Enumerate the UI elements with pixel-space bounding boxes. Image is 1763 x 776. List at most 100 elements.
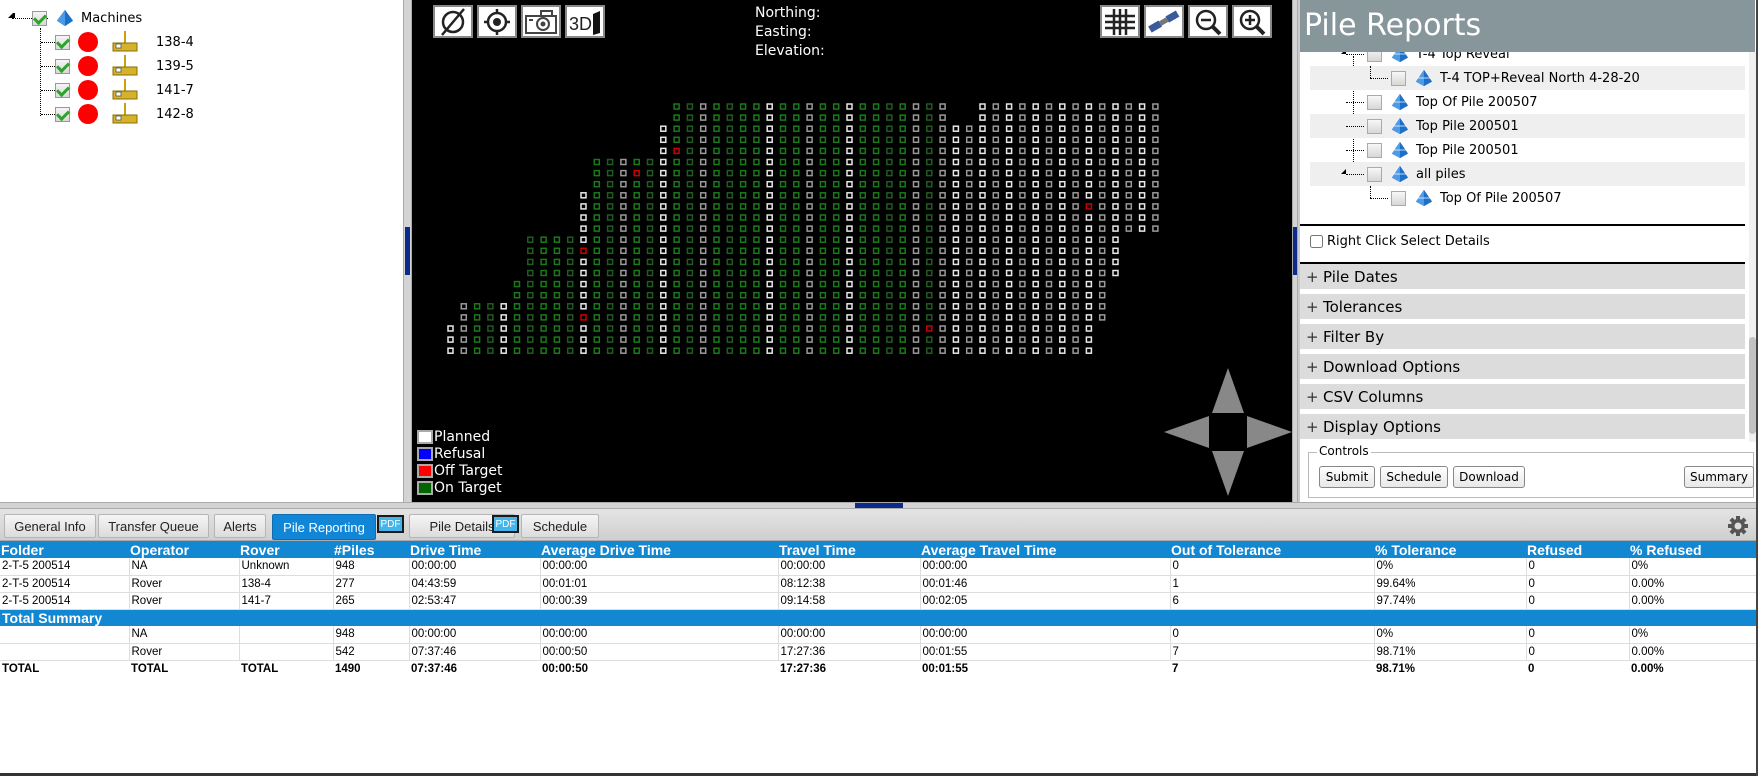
pile-marker[interactable] [1032, 214, 1039, 221]
pile-marker[interactable] [872, 225, 880, 232]
pile-marker[interactable] [513, 291, 521, 299]
pile-marker[interactable] [660, 247, 667, 255]
pile-marker[interactable] [939, 347, 946, 354]
pile-marker[interactable] [832, 169, 840, 177]
pile-marker[interactable] [1005, 136, 1013, 144]
pile-marker[interactable] [979, 336, 986, 343]
pile-marker[interactable] [739, 103, 747, 110]
pile-marker[interactable] [686, 203, 694, 210]
pile-marker[interactable] [859, 180, 867, 188]
pile-marker[interactable] [899, 258, 906, 266]
pile-marker[interactable] [766, 180, 773, 188]
pile-marker[interactable] [513, 325, 521, 332]
pile-marker[interactable] [1005, 225, 1013, 232]
pile-marker[interactable] [992, 325, 1000, 332]
pile-marker[interactable] [992, 158, 1000, 166]
pan-up-arrow-icon[interactable] [1212, 368, 1244, 413]
pile-marker[interactable] [965, 192, 973, 199]
pile-marker[interactable] [793, 314, 800, 321]
pile-marker[interactable] [1045, 180, 1053, 188]
pile-marker[interactable] [899, 303, 906, 310]
pile-marker[interactable] [686, 136, 694, 144]
pile-marker[interactable] [926, 225, 933, 232]
pile-marker[interactable] [912, 114, 920, 121]
pile-marker[interactable] [886, 236, 893, 243]
pile-marker[interactable] [566, 347, 574, 354]
pile-marker[interactable] [487, 303, 494, 310]
pile-marker[interactable] [686, 269, 694, 277]
pile-marker[interactable] [872, 103, 880, 110]
checkbox[interactable] [55, 58, 70, 74]
pile-marker[interactable] [620, 225, 627, 232]
pile-marker[interactable] [979, 325, 986, 332]
pile-marker[interactable] [819, 303, 827, 310]
pile-marker[interactable] [926, 247, 933, 255]
pile-marker[interactable] [872, 247, 880, 255]
pile-marker[interactable] [1098, 114, 1106, 121]
pile-marker[interactable] [832, 325, 840, 332]
pile-marker[interactable] [806, 314, 813, 321]
pile-marker[interactable] [819, 203, 827, 210]
pile-marker[interactable] [660, 225, 667, 232]
pile-marker[interactable] [699, 214, 707, 221]
pile-marker[interactable] [766, 147, 773, 155]
pile-marker[interactable] [793, 347, 800, 354]
pile-marker[interactable] [606, 347, 614, 354]
pile-marker[interactable] [726, 225, 734, 232]
pile-marker[interactable] [713, 192, 720, 199]
pile-marker[interactable] [606, 180, 614, 188]
pile-marker[interactable] [952, 158, 960, 166]
pile-marker[interactable] [1098, 258, 1106, 266]
map-btn-zoom-in[interactable] [1232, 5, 1272, 38]
pile-marker[interactable] [846, 103, 853, 110]
pile-marker[interactable] [633, 169, 640, 177]
pile-marker[interactable] [766, 336, 773, 343]
submit-button[interactable]: Submit [1319, 466, 1375, 488]
pile-marker[interactable] [899, 169, 906, 177]
pile-marker[interactable] [620, 325, 627, 332]
pile-marker[interactable] [646, 336, 654, 343]
pile-marker[interactable] [766, 247, 773, 255]
pile-marker[interactable] [1152, 225, 1159, 232]
pile-marker[interactable] [872, 236, 880, 243]
pile-marker[interactable] [793, 125, 800, 132]
pile-marker[interactable] [1152, 192, 1159, 199]
pile-marker[interactable] [713, 125, 720, 132]
pile-marker[interactable] [952, 136, 960, 144]
pile-marker[interactable] [886, 347, 893, 354]
pile-marker[interactable] [1005, 236, 1013, 243]
pile-marker[interactable] [606, 192, 614, 199]
pile-marker[interactable] [779, 258, 787, 266]
pile-marker[interactable] [606, 280, 614, 288]
pile-marker[interactable] [593, 347, 601, 354]
pile-marker[interactable] [1032, 347, 1039, 354]
pile-marker[interactable] [580, 291, 587, 299]
pile-marker[interactable] [753, 336, 760, 343]
pile-marker[interactable] [1032, 280, 1039, 288]
pile-marker[interactable] [979, 147, 986, 155]
pile-marker[interactable] [779, 203, 787, 210]
pile-marker[interactable] [806, 103, 813, 110]
pile-marker[interactable] [1005, 214, 1013, 221]
pile-marker[interactable] [1085, 280, 1093, 288]
pile-marker[interactable] [1085, 214, 1093, 221]
pile-marker[interactable] [673, 214, 680, 221]
pile-marker[interactable] [686, 280, 694, 288]
pile-marker[interactable] [939, 325, 946, 332]
pile-marker[interactable] [1085, 236, 1093, 243]
pile-marker[interactable] [965, 180, 973, 188]
pile-marker[interactable] [673, 325, 680, 332]
pile-marker[interactable] [779, 214, 787, 221]
pile-marker[interactable] [660, 169, 667, 177]
pile-marker[interactable] [460, 325, 468, 332]
pile-marker[interactable] [886, 125, 893, 132]
pile-marker[interactable] [939, 314, 946, 321]
table-row[interactable]: 2-T-5 200514 Rover 141-7 265 02:53:47 00:00:3… [0, 592, 1756, 610]
pile-marker[interactable] [1019, 347, 1026, 354]
pile-marker[interactable] [753, 258, 760, 266]
pile-marker[interactable] [965, 258, 973, 266]
pile-marker[interactable] [1059, 169, 1066, 177]
pile-marker[interactable] [1112, 269, 1119, 277]
pile-marker[interactable] [527, 336, 534, 343]
pile-marker[interactable] [606, 269, 614, 277]
